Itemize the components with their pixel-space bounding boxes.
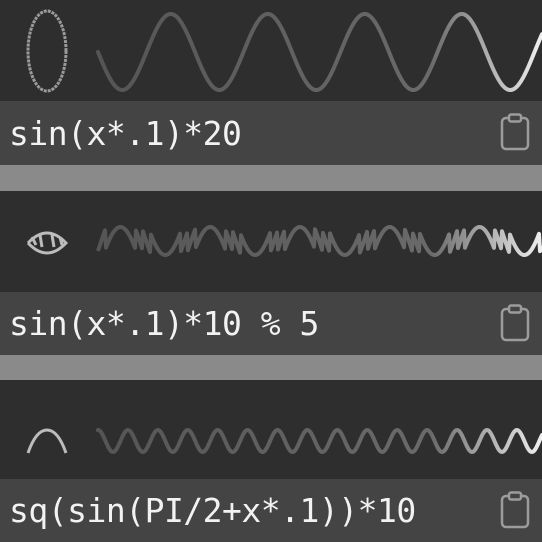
expression-text[interactable]: sin(x*.1)*10 % 5 (0, 304, 319, 343)
phase-plot-icon (26, 231, 69, 255)
expression-bar-2[interactable]: sin(x*.1)*10 % 5 (0, 292, 542, 355)
waveform-line (96, 11, 542, 93)
waveform-line (96, 225, 542, 257)
clipboard-icon[interactable] (500, 491, 530, 529)
phase-plot-icon (26, 428, 68, 454)
waveform-preview-1 (0, 0, 542, 101)
clipboard-icon[interactable] (500, 113, 530, 151)
waveform-line (96, 427, 542, 455)
clipboard-icon[interactable] (500, 304, 530, 342)
expression-bar-3[interactable]: sq(sin(PI/2+x*.1))*10 (0, 479, 542, 542)
expression-text[interactable]: sq(sin(PI/2+x*.1))*10 (0, 491, 416, 530)
phase-plot-icon (26, 9, 68, 93)
waveform-preview-svg-3 (26, 427, 542, 455)
separator (0, 165, 542, 191)
waveform-preview-3 (0, 380, 542, 479)
expression-bar-1[interactable]: sin(x*.1)*20 (0, 101, 542, 165)
waveform-preview-svg-2 (26, 225, 542, 257)
waveform-preview-svg-1 (26, 9, 542, 93)
expression-text[interactable]: sin(x*.1)*20 (0, 114, 242, 153)
separator (0, 355, 542, 380)
waveform-preview-2 (0, 191, 542, 292)
